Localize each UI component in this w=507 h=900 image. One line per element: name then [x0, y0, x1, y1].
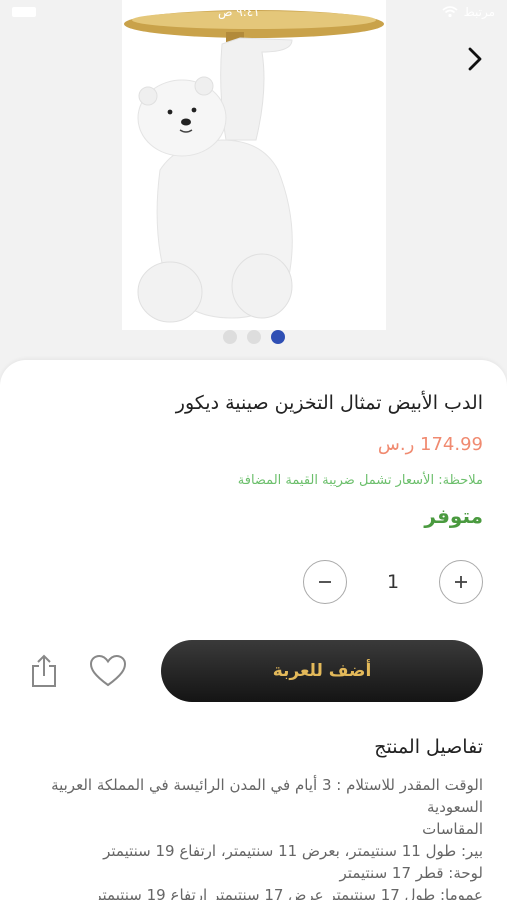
product-image[interactable]	[122, 0, 386, 330]
pagination-dot-active[interactable]	[270, 330, 285, 344]
battery-icon	[12, 7, 36, 17]
status-right: مرتبط	[442, 5, 495, 19]
details-line: المقاسات	[422, 820, 483, 838]
details-heading: تفاصيل المنتج	[374, 736, 483, 758]
share-button[interactable]	[24, 651, 64, 691]
gallery-pagination	[0, 330, 507, 344]
chevron-right-icon	[468, 47, 482, 71]
polar-bear-tray-image	[122, 0, 386, 330]
heart-icon	[89, 654, 127, 687]
availability-status: متوفر	[424, 504, 483, 528]
status-time: ٩:٤١ ص	[217, 5, 260, 19]
minus-icon	[319, 581, 331, 583]
quantity-stepper: 1	[303, 560, 483, 604]
product-title: الدب الأبيض تمثال التخزين صينية ديكور	[175, 392, 483, 414]
quantity-value: 1	[386, 571, 400, 593]
product-info-sheet: الدب الأبيض تمثال التخزين صينية ديكور 17…	[0, 360, 507, 900]
price-amount: 174.99	[420, 434, 483, 455]
details-body: الوقت المقدر للاستلام : 3 أيام في المدن …	[30, 774, 483, 900]
product-actions: أضف للعربة	[24, 640, 483, 702]
details-line: الوقت المقدر للاستلام : 3 أيام في المدن …	[51, 776, 483, 816]
wifi-icon	[442, 6, 458, 18]
next-image-button[interactable]	[461, 44, 489, 74]
product-gallery[interactable]	[0, 0, 507, 372]
pagination-dot[interactable]	[222, 330, 237, 344]
price-currency: ر.س	[377, 434, 415, 455]
details-line: بير: طول 11 سنتيمتر، بعرض 11 سنتيمتر، ار…	[103, 842, 483, 860]
details-line: لوحة: قطر 17 سنتيمتر	[339, 864, 483, 882]
status-bar: ٩:٤١ ص مرتبط	[0, 0, 507, 24]
plus-icon	[455, 576, 467, 588]
details-line: عموما: طول 17 سنتيمتر عرض 17 سنتيمتر ارت…	[94, 886, 483, 900]
share-icon	[32, 654, 56, 687]
carrier-label: مرتبط	[463, 5, 495, 19]
increase-quantity-button[interactable]	[439, 560, 483, 604]
add-to-cart-button[interactable]: أضف للعربة	[161, 640, 483, 702]
pagination-dot[interactable]	[246, 330, 261, 344]
vat-note: ملاحظة: الأسعار تشمل ضريبة القيمة المضاف…	[237, 473, 483, 488]
favorite-button[interactable]	[88, 651, 128, 691]
product-price: 174.99 ر.س	[378, 434, 483, 455]
decrease-quantity-button[interactable]	[303, 560, 347, 604]
